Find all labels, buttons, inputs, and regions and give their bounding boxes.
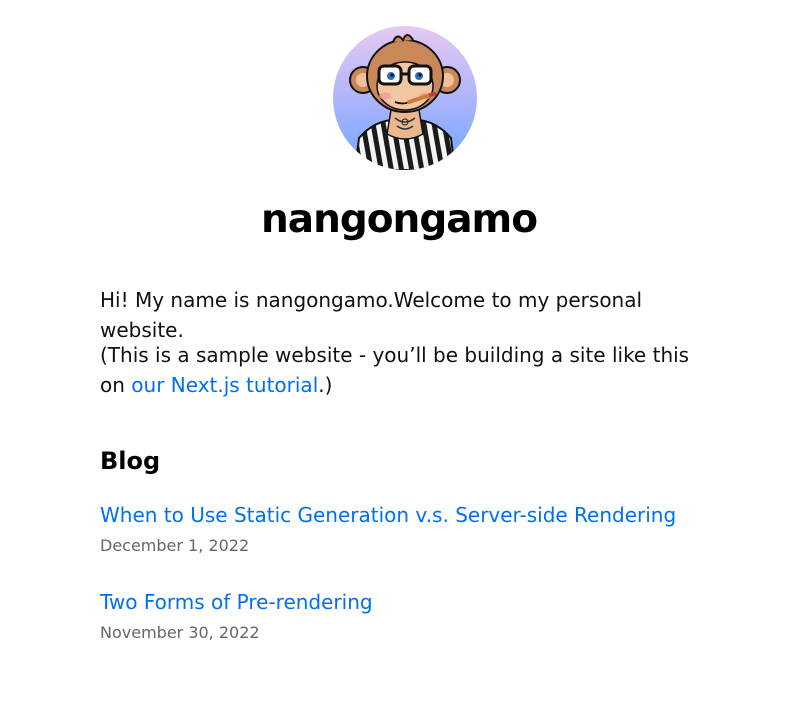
blog-heading: Blog	[100, 447, 161, 475]
blog-post-date: November 30, 2022	[100, 623, 260, 642]
blog-post-link[interactable]: Two Forms of Pre-rendering	[100, 587, 740, 617]
intro-text: Hi! My name is nangongamo.Welcome to my …	[100, 288, 643, 342]
tutorial-note-suffix: .)	[318, 373, 333, 397]
site-name: nangongamo	[261, 197, 538, 242]
profile-avatar	[333, 26, 477, 170]
blog-post-link[interactable]: When to Use Static Generation v.s. Serve…	[100, 500, 740, 530]
blog-post-item: Two Forms of Pre-rendering November 30, …	[100, 587, 740, 644]
blog-post-item: When to Use Static Generation v.s. Serve…	[100, 500, 740, 557]
page: nangongamo Hi! My name is nangongamo.Wel…	[0, 0, 798, 719]
monkey-avatar-icon	[333, 26, 477, 170]
nextjs-tutorial-link[interactable]: our Next.js tutorial	[131, 373, 318, 397]
blog-post-date: December 1, 2022	[100, 536, 250, 555]
tutorial-note: (This is a sample website - you’ll be bu…	[100, 340, 710, 400]
